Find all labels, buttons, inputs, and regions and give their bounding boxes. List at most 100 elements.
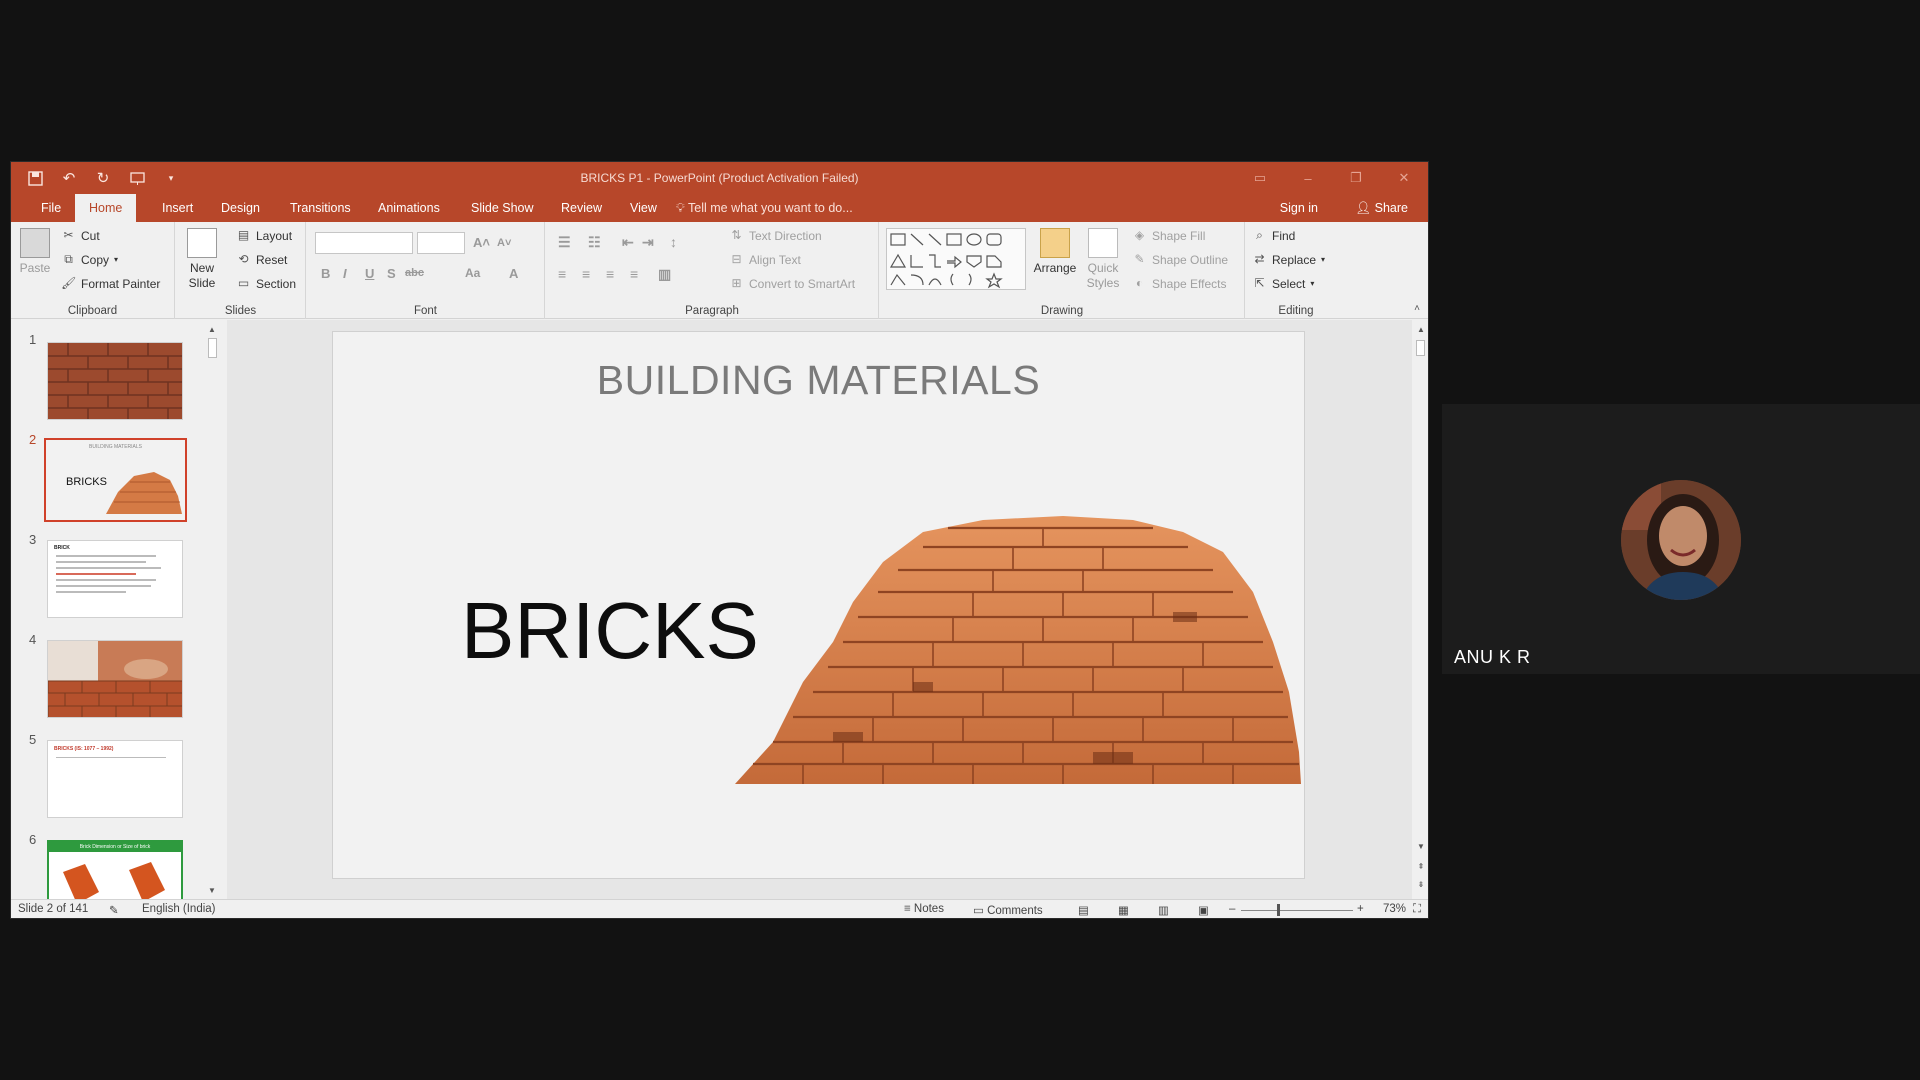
slide-thumb-4[interactable] — [47, 640, 183, 718]
fit-to-window-icon[interactable]: ⛶ — [1413, 903, 1421, 916]
bullets-icon[interactable]: ☰ — [558, 234, 571, 251]
select-label: Select — [1272, 276, 1306, 291]
tab-review[interactable]: Review — [553, 194, 610, 222]
slides-group-label: Slides — [224, 305, 257, 317]
tab-file[interactable]: File — [33, 194, 69, 222]
slide-scrollbar[interactable]: ▲ ▼ ⇞ ⇟ — [1414, 324, 1428, 899]
align-right-icon[interactable]: ≡ — [606, 266, 614, 282]
bricks-pile-image[interactable] — [733, 492, 1301, 792]
format-painter-button[interactable]: 🖌︎ Format Painter — [61, 276, 160, 291]
comment-icon: ▭ — [973, 905, 988, 917]
new-slide-button[interactable]: New Slide — [182, 228, 222, 291]
justify-icon[interactable]: ≡ — [630, 266, 638, 282]
thumbnails-scrollbar[interactable]: ▲ ▼ — [206, 324, 218, 899]
shadow-button[interactable]: S — [387, 266, 396, 281]
section-label: Section — [256, 276, 297, 291]
shapes-gallery[interactable] — [886, 228, 1026, 290]
replace-button[interactable]: ⇄ Replace ▾ — [1252, 252, 1325, 267]
find-button[interactable]: ⌕ Find — [1252, 228, 1295, 243]
share-button[interactable]: 👤︎ Share — [1355, 194, 1408, 222]
copy-button[interactable]: ⧉ Copy ▾ — [61, 252, 118, 267]
text-direction-button[interactable]: ⇅ Text Direction — [729, 228, 821, 243]
next-slide-icon[interactable]: ⇟ — [1415, 879, 1427, 891]
decrease-indent-icon[interactable]: ⇤ — [622, 234, 634, 251]
arrange-button[interactable]: Arrange — [1032, 228, 1078, 276]
layout-label: Layout — [256, 228, 293, 243]
ribbon-display-options-icon[interactable]: ▭ — [1236, 162, 1284, 194]
collapse-ribbon-icon[interactable]: ˄ — [1414, 303, 1420, 314]
font-color-icon[interactable]: A — [509, 266, 518, 281]
italic-button[interactable]: I — [343, 266, 347, 281]
format-painter-label: Format Painter — [81, 276, 161, 291]
current-slide[interactable]: BUILDING MATERIALS BRICKS — [333, 332, 1304, 878]
scroll-down-icon[interactable]: ▼ — [1415, 841, 1427, 853]
zoom-slider[interactable] — [1241, 910, 1353, 911]
layout-button[interactable]: ▤ Layout — [236, 228, 292, 243]
spell-check-icon[interactable]: ✎ — [109, 903, 119, 917]
zoom-level[interactable]: 73% — [1383, 903, 1406, 915]
shape-effects-button[interactable]: ◐ Shape Effects — [1132, 276, 1227, 291]
language-indicator[interactable]: English (India) — [142, 903, 216, 915]
reading-view-icon[interactable]: ▥ — [1158, 903, 1169, 917]
quick-styles-button[interactable]: Quick Styles — [1080, 228, 1126, 291]
slide-sorter-icon[interactable]: ▦ — [1118, 903, 1129, 917]
cut-button[interactable]: ✂ Cut — [61, 228, 99, 243]
normal-view-icon[interactable]: ▤ — [1078, 903, 1089, 917]
shrink-font-icon[interactable]: A˅ — [497, 237, 511, 249]
underline-button[interactable]: U — [365, 266, 374, 281]
reset-button[interactable]: ⟲ Reset — [236, 252, 287, 267]
tab-insert[interactable]: Insert — [154, 194, 201, 222]
slide-thumb-2[interactable]: BUILDING MATERIALS BRICKS — [44, 438, 187, 522]
align-left-icon[interactable]: ≡ — [558, 266, 566, 282]
strikethrough-button[interactable]: abc — [405, 267, 424, 279]
slideshow-view-icon[interactable]: ▣ — [1198, 903, 1209, 917]
slide-thumb-5[interactable]: BRICKS (IS: 1077 – 1992) — [47, 740, 183, 818]
scroll-up-icon[interactable]: ▲ — [1415, 324, 1427, 336]
tab-slide-show[interactable]: Slide Show — [463, 194, 542, 222]
slide-counter: Slide 2 of 141 — [18, 903, 89, 915]
scroll-down-icon[interactable]: ▼ — [206, 885, 218, 897]
tab-view[interactable]: View — [622, 194, 665, 222]
grow-font-icon[interactable]: A˄ — [473, 235, 490, 250]
tab-transitions[interactable]: Transitions — [282, 194, 359, 222]
restore-icon[interactable]: ❐ — [1332, 162, 1380, 194]
numbering-icon[interactable]: ☷ — [588, 234, 601, 251]
previous-slide-icon[interactable]: ⇞ — [1415, 861, 1427, 873]
font-size-box[interactable] — [417, 232, 465, 254]
section-button[interactable]: ▭ Section — [236, 276, 296, 291]
shape-fill-button[interactable]: ◈ Shape Fill — [1132, 228, 1206, 243]
zoom-in-icon[interactable]: + — [1357, 903, 1364, 915]
align-center-icon[interactable]: ≡ — [582, 266, 590, 282]
sign-in-link[interactable]: Sign in — [1280, 194, 1318, 222]
scroll-up-icon[interactable]: ▲ — [206, 324, 218, 336]
tab-animations[interactable]: Animations — [370, 194, 448, 222]
line-spacing-icon[interactable]: ↕ — [670, 234, 677, 250]
scroll-thumb[interactable] — [208, 338, 217, 358]
bold-button[interactable]: B — [321, 266, 330, 281]
close-icon[interactable]: ✕ — [1380, 162, 1428, 194]
scroll-thumb[interactable] — [1416, 340, 1425, 356]
font-name-box[interactable] — [315, 232, 413, 254]
slide-main-text[interactable]: BRICKS — [461, 585, 759, 677]
font-group: A˄ A˅ B I U S abc Aa A Font — [307, 222, 545, 319]
notes-button[interactable]: ≡ Notes — [904, 903, 944, 915]
lightbulb-icon: 💡︎ — [676, 201, 685, 215]
columns-icon[interactable]: ▥ — [658, 266, 671, 283]
shape-outline-button[interactable]: ✎ Shape Outline — [1132, 252, 1228, 267]
increase-indent-icon[interactable]: ⇥ — [642, 234, 654, 251]
change-case-button[interactable]: Aa — [465, 266, 480, 280]
zoom-out-icon[interactable]: – — [1229, 903, 1235, 915]
zoom-slider-knob[interactable] — [1277, 904, 1280, 916]
tab-home[interactable]: Home — [75, 194, 137, 222]
tell-me-box[interactable]: 💡︎ Tell me what you want to do... — [676, 194, 853, 222]
minimize-icon[interactable]: – — [1284, 162, 1332, 194]
slide-thumb-1[interactable] — [47, 342, 183, 420]
paste-button[interactable]: Paste — [17, 228, 53, 276]
select-button[interactable]: ⇱ Select ▾ — [1252, 276, 1314, 291]
align-text-button[interactable]: ⊟ Align Text — [729, 252, 800, 267]
slide-thumb-3[interactable]: BRICK — [47, 540, 183, 618]
tab-design[interactable]: Design — [213, 194, 268, 222]
convert-smartart-button[interactable]: ⊞ Convert to SmartArt — [729, 276, 855, 291]
comments-button[interactable]: ▭ Comments — [973, 903, 1043, 917]
slide-title[interactable]: BUILDING MATERIALS — [333, 357, 1304, 404]
